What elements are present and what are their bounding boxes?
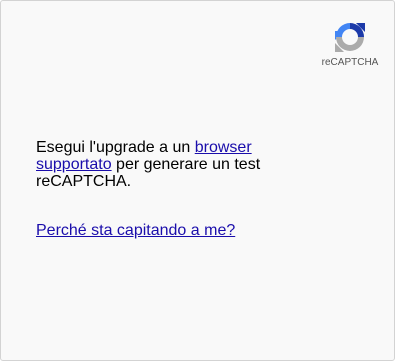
recaptcha-frame: reCAPTCHA Esegui l'upgrade a un browser … [0,0,395,361]
recaptcha-logo: reCAPTCHA [320,21,380,68]
upgrade-message: Esegui l'upgrade a un browser supportato… [36,139,296,190]
why-is-this-happening-link[interactable]: Perché sta capitando a me? [36,222,235,239]
help-section: Perché sta capitando a me? [36,222,235,239]
recaptcha-logo-icon [334,21,366,53]
upgrade-message-text-1: Esegui l'upgrade a un [36,139,195,156]
recaptcha-logo-text: reCAPTCHA [321,57,379,68]
